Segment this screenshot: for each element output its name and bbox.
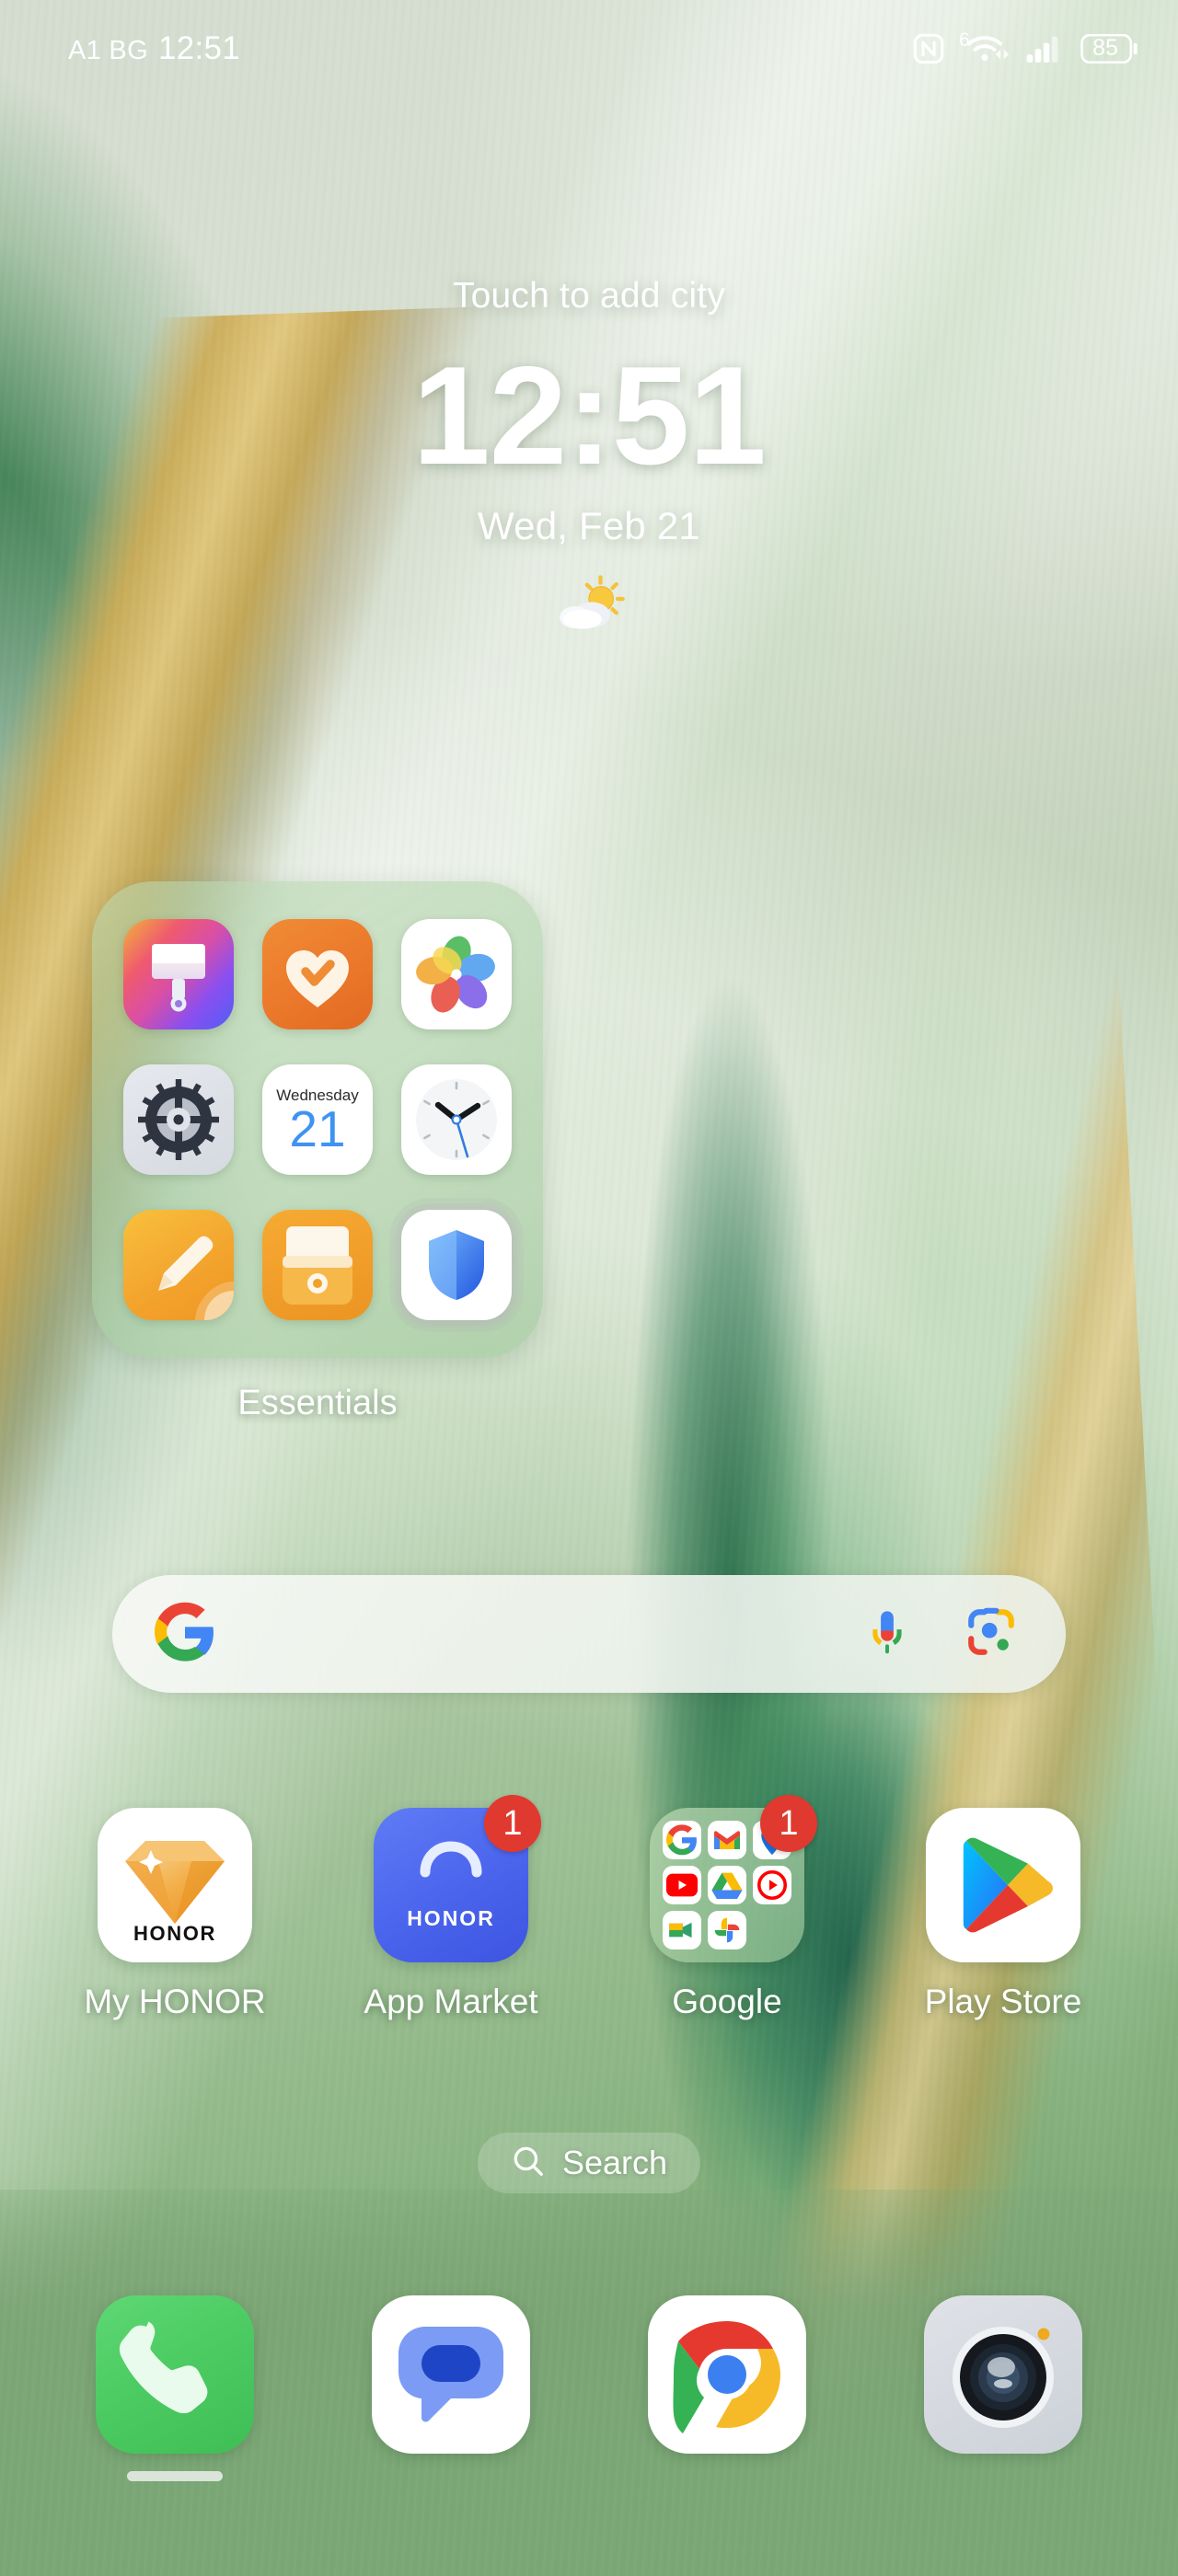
widget-time: 12:51: [412, 338, 767, 494]
health-icon[interactable]: [261, 919, 373, 1029]
app-label: My HONOR: [84, 1983, 266, 2020]
gallery-icon[interactable]: [401, 919, 513, 1029]
mini-photos-icon: [707, 1910, 746, 1949]
mini-google-icon: [663, 1821, 702, 1860]
notification-badge: 1: [484, 1795, 541, 1852]
mini-drive-icon: [707, 1865, 746, 1904]
svg-text:HONOR: HONOR: [407, 1906, 495, 1930]
app-app-market[interactable]: HONOR 1 App Market: [345, 1795, 557, 2021]
dock-app-camera[interactable]: [897, 2295, 1109, 2481]
add-city-prompt[interactable]: Touch to add city: [0, 276, 1178, 316]
microphone-icon[interactable]: [861, 1605, 913, 1663]
phone-icon[interactable]: [96, 2295, 254, 2454]
folder-preview-grid[interactable]: Wednesday 21: [92, 881, 543, 1358]
battery-level-label: 85: [1092, 35, 1118, 61]
mini-youtube-icon: [663, 1865, 702, 1904]
app-label: App Market: [364, 1983, 538, 2020]
folder-google[interactable]: 1 Google: [621, 1795, 833, 2021]
themes-icon[interactable]: [122, 919, 234, 1029]
svg-text:HONOR: HONOR: [133, 1922, 216, 1945]
wifi-generation-label: 6: [959, 29, 970, 51]
app-grid: HONOR My HONOR HONOR 1 App Market 1 Goog…: [0, 1795, 1178, 2021]
security-icon[interactable]: [401, 1210, 513, 1320]
settings-icon[interactable]: [122, 1064, 234, 1175]
clock-widget[interactable]: Touch to add city 12:51 Wed, Feb 21: [0, 276, 1178, 634]
messages-icon[interactable]: [372, 2295, 530, 2454]
files-icon[interactable]: [261, 1210, 373, 1320]
search-pill-label: Search: [561, 2144, 668, 2181]
app-label: Play Store: [924, 1983, 1082, 2020]
battery-icon: 85: [1080, 33, 1138, 63]
app-market-icon[interactable]: HONOR 1: [374, 1795, 541, 1962]
mini-meet-icon: [663, 1910, 702, 1949]
dock-app-chrome[interactable]: [621, 2295, 833, 2481]
notes-icon[interactable]: [122, 1210, 234, 1320]
google-g-icon[interactable]: [155, 1602, 215, 1667]
dock-app-phone[interactable]: [69, 2295, 281, 2481]
my-honor-icon[interactable]: HONOR: [98, 1808, 252, 1962]
cellular-signal-icon: [1026, 34, 1065, 63]
dock: [0, 2295, 1178, 2481]
status-bar-clock: 12:51: [157, 29, 241, 66]
folder-essentials[interactable]: Wednesday 21 Essentials: [92, 881, 543, 1423]
clock-icon[interactable]: [401, 1064, 513, 1175]
widget-date: Wed, Feb 21: [478, 504, 700, 548]
calendar-day: 21: [289, 1100, 346, 1158]
google-lens-icon[interactable]: [964, 1605, 1018, 1663]
notification-badge: 1: [760, 1795, 817, 1852]
folder-label: Essentials: [237, 1384, 398, 1422]
nfc-icon: [912, 32, 945, 65]
play-store-icon[interactable]: [926, 1808, 1080, 1962]
app-play-store[interactable]: Play Store: [897, 1808, 1109, 2021]
app-my-honor[interactable]: HONOR My HONOR: [69, 1808, 281, 2021]
app-running-indicator: [127, 2471, 223, 2481]
search-pill-button[interactable]: Search: [477, 2133, 701, 2193]
app-label: Google: [672, 1983, 782, 2020]
mini-youtube-music-icon: [752, 1865, 791, 1904]
mini-gmail-icon: [707, 1821, 746, 1860]
partly-cloudy-icon: [549, 572, 629, 634]
google-folder[interactable]: 1: [650, 1795, 817, 1962]
camera-icon[interactable]: [924, 2295, 1082, 2454]
calendar-icon[interactable]: Wednesday 21: [261, 1064, 373, 1175]
carrier-label: A1 BG: [68, 35, 148, 65]
magnifier-icon: [511, 2144, 546, 2183]
status-bar: A1 BG 12:51 6 85: [0, 0, 1178, 97]
wifi-icon: 6: [959, 29, 1011, 63]
weather-widget[interactable]: [0, 572, 1178, 634]
dock-app-messages[interactable]: [345, 2295, 557, 2481]
chrome-icon[interactable]: [648, 2295, 806, 2454]
google-search-widget[interactable]: [112, 1575, 1066, 1693]
